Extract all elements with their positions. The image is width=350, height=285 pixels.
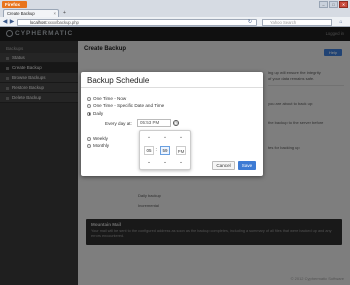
meridian-toggle[interactable]: PM bbox=[176, 146, 186, 155]
tab-close-icon[interactable]: × bbox=[54, 10, 56, 17]
dialog-title: Backup Schedule bbox=[81, 72, 263, 88]
cancel-button[interactable]: Cancel bbox=[212, 161, 235, 170]
new-tab-button[interactable]: + bbox=[61, 10, 68, 16]
time-picker-popup: ⌃ ⌃ ⌃ 05 : 59 PM ⌄ ⌄ ⌄ bbox=[139, 130, 191, 170]
tab-title: Create Backup bbox=[7, 11, 35, 16]
minute-down-icon[interactable]: ⌄ bbox=[160, 159, 170, 165]
minute-up-icon[interactable]: ⌃ bbox=[160, 136, 170, 142]
tab-bar: Create Backup × + bbox=[0, 8, 350, 17]
time-colon: : bbox=[155, 147, 157, 153]
url-bar[interactable]: localhost:xxxx/backup.php bbox=[17, 18, 257, 26]
clock-icon[interactable]: ◷ bbox=[173, 120, 179, 126]
search-field[interactable]: Yahoo Search bbox=[262, 18, 332, 26]
minimize-button[interactable]: – bbox=[319, 1, 328, 8]
time-input[interactable]: 05:53 PM bbox=[137, 119, 171, 127]
radio-icon[interactable] bbox=[87, 103, 91, 108]
every-day-label: Every day at: bbox=[105, 121, 132, 126]
option-monthly[interactable]: Monthly bbox=[87, 143, 109, 148]
backup-schedule-dialog: Backup Schedule One Time - Now One Time … bbox=[81, 72, 263, 176]
url-host: localhost bbox=[30, 19, 47, 25]
option-label: Weekly bbox=[93, 136, 108, 141]
meridian-down-icon[interactable]: ⌄ bbox=[176, 159, 186, 165]
option-label: Daily bbox=[93, 111, 104, 116]
radio-icon-selected[interactable] bbox=[87, 111, 91, 116]
minute-field[interactable]: 59 bbox=[160, 146, 170, 155]
hour-up-icon[interactable]: ⌃ bbox=[144, 136, 154, 142]
tab-create-backup[interactable]: Create Backup × bbox=[3, 9, 59, 17]
save-button[interactable]: Save bbox=[238, 161, 256, 170]
hour-down-icon[interactable]: ⌄ bbox=[144, 159, 154, 165]
option-label: One Time - Specific Date and Time bbox=[93, 103, 165, 108]
option-label: One Time - Now bbox=[93, 96, 127, 101]
option-one-time-now[interactable]: One Time - Now bbox=[87, 96, 126, 101]
home-icon[interactable]: ⌂ bbox=[336, 18, 346, 26]
radio-icon[interactable] bbox=[87, 96, 91, 101]
back-icon[interactable]: ◀ bbox=[2, 18, 8, 26]
option-daily[interactable]: Daily bbox=[87, 111, 103, 116]
hour-field[interactable]: 05 bbox=[144, 146, 154, 155]
maximize-button[interactable]: □ bbox=[329, 1, 338, 8]
url-path: :xxxx/backup.php bbox=[46, 19, 79, 25]
radio-icon[interactable] bbox=[87, 143, 91, 148]
option-label: Monthly bbox=[93, 143, 110, 148]
window-close-button[interactable]: ✕ bbox=[339, 1, 348, 8]
option-weekly[interactable]: Weekly bbox=[87, 136, 108, 141]
firefox-menu-button[interactable]: Firefox bbox=[2, 1, 27, 8]
reload-icon[interactable]: ↻ bbox=[247, 18, 253, 26]
browser-window: Firefox – □ ✕ Create Backup × + ◀ ▶ loca… bbox=[0, 0, 350, 285]
window-controls: – □ ✕ bbox=[319, 1, 348, 8]
navigation-toolbar: ◀ ▶ localhost:xxxx/backup.php ↻ Yahoo Se… bbox=[0, 17, 350, 27]
forward-icon[interactable]: ▶ bbox=[9, 18, 15, 26]
option-one-time-specific[interactable]: One Time - Specific Date and Time bbox=[87, 103, 164, 108]
meridian-up-icon[interactable]: ⌃ bbox=[176, 136, 186, 142]
radio-icon[interactable] bbox=[87, 136, 91, 141]
